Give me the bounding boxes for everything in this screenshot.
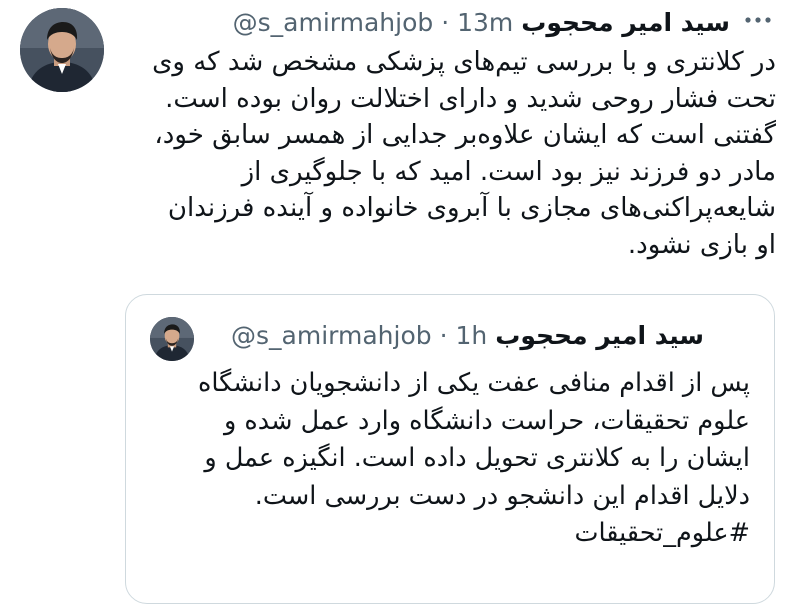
quoted-tweet[interactable]: سید امیر محجوب @s_amirmahjob · 1h پس از … — [125, 294, 775, 604]
tweet-text-line: او بازی نشود. — [627, 229, 776, 260]
tweet-text-line: مادر دو فرزند نیز بود است. امید که با جل… — [241, 156, 776, 187]
quoted-text-line: علوم تحقیقات، حراست دانشگاه وارد عمل شده… — [224, 405, 750, 436]
tweet-header: سید امیر محجوب @s_amirmahjob · 13m — [120, 6, 730, 40]
quoted-text-line: ایشان را به کلانتری تحویل داده است. انگی… — [204, 443, 750, 473]
author-name[interactable]: سید امیر محجوب — [521, 8, 730, 37]
quoted-text-line: پس از اقدام منافی عفت یکی از دانشجویان د… — [198, 368, 750, 398]
tweet-text: در کلانتری و با بررسی تیم‌های پزشکی مشخص… — [121, 44, 776, 263]
tweet-time[interactable]: 13m — [457, 8, 513, 37]
quoted-author-name[interactable]: سید امیر محجوب — [495, 321, 704, 350]
quoted-tweet-header: سید امیر محجوب @s_amirmahjob · 1h — [206, 319, 704, 353]
avatar-photo — [20, 8, 104, 92]
avatar[interactable] — [20, 8, 104, 92]
author-handle[interactable]: @s_amirmahjob · 13m — [233, 8, 514, 37]
handle-text: @s_amirmahjob — [232, 8, 434, 37]
hashtag-link[interactable]: #علوم_تحقیقات — [150, 515, 750, 553]
quoted-author-handle[interactable]: @s_amirmahjob · 1h — [231, 321, 487, 350]
quoted-avatar-photo — [150, 317, 194, 361]
more-horizontal-icon[interactable] — [740, 8, 776, 32]
tweet: سید امیر محجوب @s_amirmahjob · 13m در کل… — [0, 0, 800, 604]
quoted-tweet-text: پس از اقدام منافی عفت یکی از دانشجویان د… — [150, 365, 750, 553]
quoted-avatar[interactable] — [150, 317, 194, 361]
tweet-text-line: در کلانتری و با بررسی تیم‌های پزشکی مشخص… — [152, 47, 776, 77]
quoted-text-line: دلایل اقدام این دانشجو در دست بررسی است. — [254, 480, 750, 511]
tweet-text-line: گفتنی است که ایشان علاوه‌بر جدایی از همس… — [154, 120, 776, 150]
quoted-separator-dot: · — [439, 321, 448, 350]
quoted-tweet-time[interactable]: 1h — [456, 321, 488, 350]
tweet-text-line: تحت فشار روحی شدید و دارای اختلالت روان … — [165, 83, 776, 114]
tweet-text-line: شایعه‌پراکنی‌های مجازی با آبروی خانواده … — [167, 193, 776, 223]
quoted-handle-text: @s_amirmahjob — [231, 321, 432, 350]
separator-dot: · — [441, 8, 450, 37]
